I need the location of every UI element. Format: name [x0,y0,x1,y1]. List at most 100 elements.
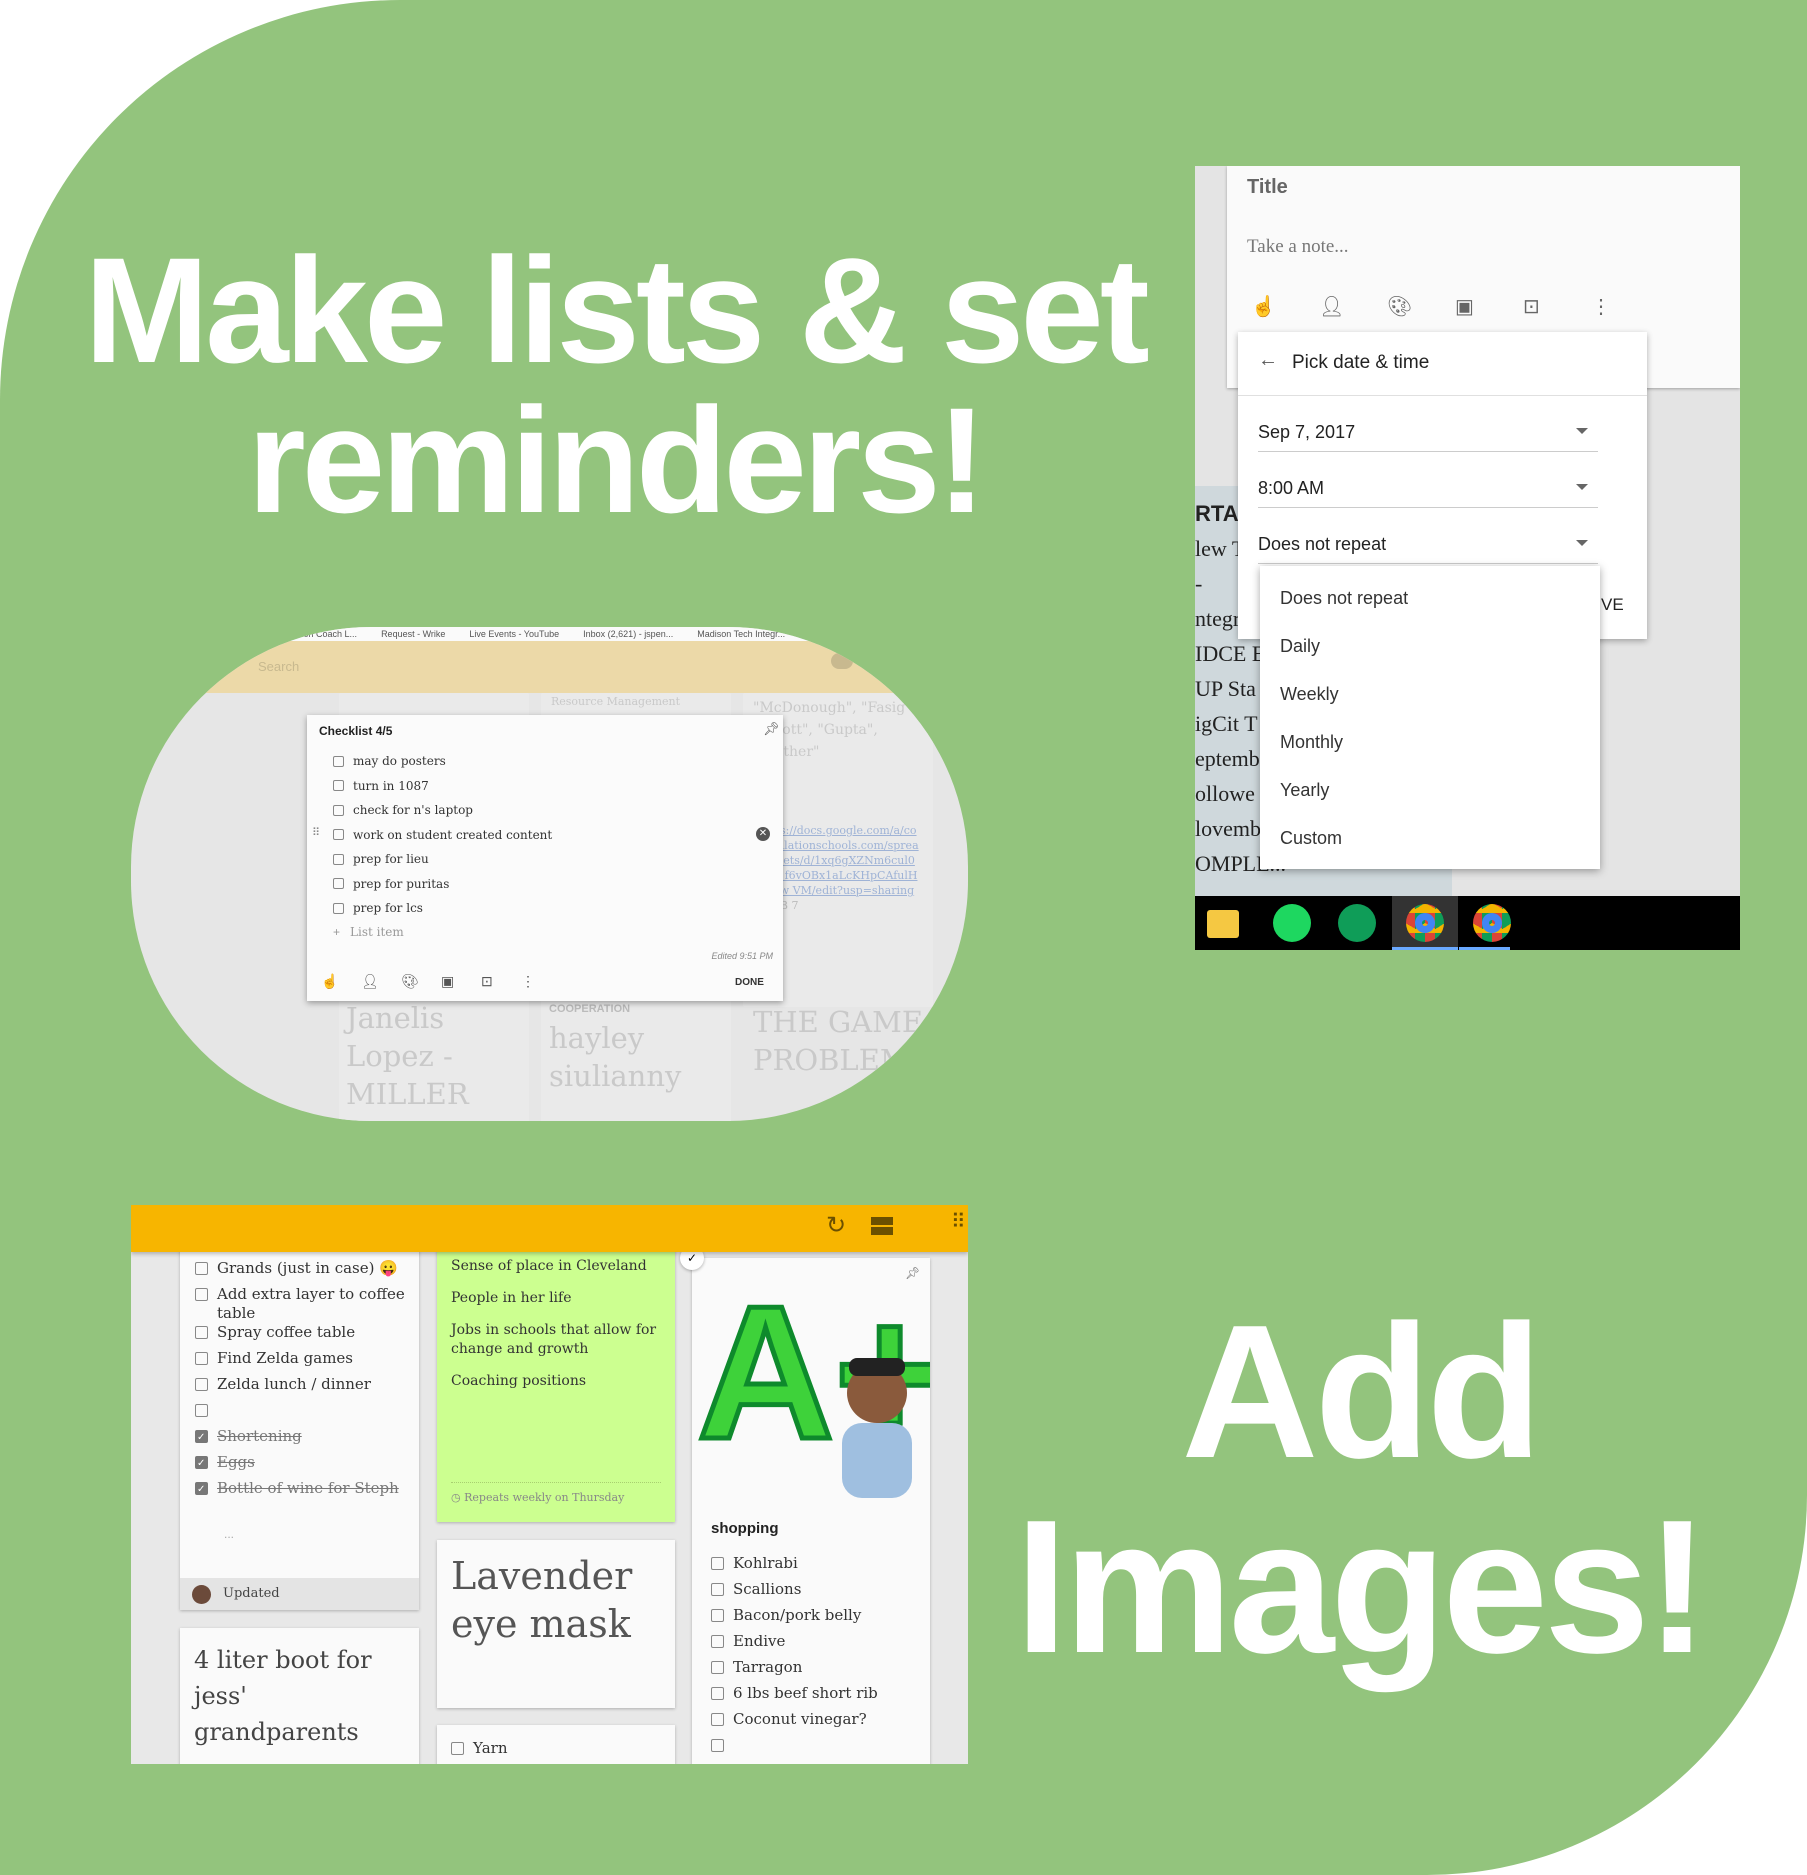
note-title[interactable]: Checklist 4/5 [319,724,392,738]
list-item[interactable] [195,1401,410,1427]
checkbox[interactable] [711,1635,724,1648]
bookmark[interactable]: Madison Tech Integr... [697,629,785,639]
more-icon[interactable]: ⋮ [1591,294,1611,319]
pin-icon[interactable]: 📌︎ [763,721,780,737]
shopping-item[interactable]: Endive [711,1632,921,1658]
repeat-option-daily[interactable]: Daily [1260,622,1600,670]
checklist-item[interactable]: prep for puritas [333,877,449,891]
repeat-option-yearly[interactable]: Yearly [1260,766,1600,814]
refresh-icon[interactable]: ↻ [826,1211,846,1240]
shopping-item[interactable] [711,1736,921,1762]
list-item[interactable]: Bottle of wine for Steph [195,1479,410,1505]
bookmark[interactable]: Request - Wrike [381,629,445,639]
save-button[interactable]: VE [1601,595,1624,615]
repeat-option-does-not-repeat[interactable]: Does not repeat [1260,574,1600,622]
note-field[interactable]: Take a note... [1247,236,1349,258]
checkbox[interactable] [333,829,344,840]
reminder-chip[interactable]: ◷ Repeats weekly on Thursday [451,1491,624,1504]
repeat-option-custom[interactable]: Custom [1260,814,1600,862]
file-explorer-icon[interactable] [1207,910,1239,938]
checkbox[interactable] [333,780,344,791]
add-list-item[interactable]: + List item [333,925,404,939]
shopping-note-card[interactable]: ✓ 📌︎ A+ shopping Kohlrabi Scallions Bacon/… [680,1246,930,1764]
todo-note-card[interactable]: Grands (just in case) 😛 Add extra layer t… [180,1235,419,1610]
shopping-item[interactable]: Tarragon [711,1658,921,1684]
date-select[interactable]: Sep 7, 2017 [1258,422,1598,452]
checkbox[interactable] [711,1687,724,1700]
repeat-option-monthly[interactable]: Monthly [1260,718,1600,766]
green-note-card[interactable]: Sense of place in Cleveland People in her… [437,1235,675,1522]
checkbox[interactable] [195,1404,208,1417]
checkbox[interactable] [333,902,344,914]
checkbox[interactable] [195,1262,208,1275]
list-item[interactable]: Shortening [195,1427,410,1453]
title-field[interactable]: Title [1247,176,1288,199]
drag-handle-icon[interactable]: ⠿ [312,826,320,839]
checkbox[interactable] [195,1480,208,1499]
boot-note-card[interactable]: 4 liter boot for jess' grandparents [180,1628,419,1764]
checklist-item[interactable]: prep for lcs [333,901,423,915]
repeat-select[interactable]: Does not repeat [1258,534,1598,564]
list-item[interactable]: Add extra layer to coffee table [195,1285,410,1323]
checkbox[interactable] [711,1583,724,1596]
checkbox[interactable] [195,1428,208,1447]
checkbox[interactable] [711,1609,724,1622]
hangouts-icon[interactable] [1338,904,1376,942]
checkbox[interactable] [711,1557,724,1570]
apps-grid-icon[interactable]: ⠿ [951,1209,966,1234]
checkbox[interactable] [195,1352,208,1365]
checkbox[interactable] [711,1713,724,1726]
checkbox[interactable] [333,804,344,816]
list-item[interactable]: Zelda lunch / dinner [195,1375,410,1401]
image-icon[interactable]: ▣ [441,973,454,990]
spotify-icon[interactable] [1273,904,1311,942]
chrome-icon[interactable] [1473,904,1511,942]
lavender-note-card[interactable]: Lavender eye mask [437,1540,675,1708]
checkbox[interactable] [195,1288,208,1301]
palette-icon[interactable]: 🎨︎ [1387,294,1412,319]
reminder-icon[interactable]: ☝ [321,973,338,990]
archive-icon[interactable]: ⊡ [481,973,493,990]
shopping-item[interactable]: 6 lbs beef short rib [711,1684,921,1710]
list-item[interactable]: Spray coffee table [195,1323,410,1349]
checkbox[interactable] [333,755,344,767]
shopping-item[interactable]: Kohlrabi [711,1554,921,1580]
search-bar[interactable]: ⚲ Search [131,641,968,693]
shopping-item[interactable]: Bacon/pork belly [711,1606,921,1632]
back-arrow-icon[interactable]: ← [1258,349,1278,372]
checklist-item[interactable]: check for n's laptop [333,803,473,817]
bookmark[interactable]: Live Events - YouTube [469,629,559,639]
collaborator-icon[interactable]: 👤︎ [1319,294,1344,319]
checkbox[interactable] [195,1454,208,1473]
checklist-item[interactable]: prep for lieu [333,852,429,866]
checkbox[interactable] [333,878,344,889]
repeat-option-weekly[interactable]: Weekly [1260,670,1600,718]
shopping-item[interactable]: Coconut vinegar? [711,1710,921,1736]
list-view-icon[interactable] [871,1217,893,1235]
time-select[interactable]: 8:00 AM [1258,478,1598,508]
bookmark[interactable]: Inbox (2,621) - jspen... [583,629,673,639]
list-item[interactable]: Eggs [195,1453,410,1479]
bookmark[interactable]: Integration Coach L... [271,629,357,639]
shopping-item[interactable]: Scallions [711,1580,921,1606]
yarn-note-card[interactable]: Yarn [437,1725,675,1764]
list-item[interactable]: Find Zelda games [195,1349,410,1375]
checkbox[interactable] [195,1378,208,1391]
checkbox[interactable] [711,1739,724,1752]
image-icon[interactable]: ▣ [1455,294,1474,319]
reminder-icon[interactable]: ☝ [1251,294,1276,319]
checklist-item[interactable]: may do posters [333,754,446,768]
checklist-item[interactable]: work on student created content [333,828,552,842]
more-icon[interactable]: ⋮ [521,973,535,990]
palette-icon[interactable]: 🎨︎ [401,973,419,990]
checkbox[interactable] [195,1326,208,1339]
done-button[interactable]: DONE [735,977,764,988]
checklist-item[interactable]: turn in 1087 [333,779,429,793]
checkbox[interactable] [451,1742,464,1755]
chrome-icon[interactable] [1406,904,1444,942]
checkbox[interactable] [333,853,344,865]
checkbox[interactable] [711,1661,724,1674]
collaborator-icon[interactable]: 👤︎ [361,973,379,990]
remove-item-icon[interactable]: ✕ [756,827,770,841]
archive-icon[interactable]: ⊡ [1523,294,1540,319]
